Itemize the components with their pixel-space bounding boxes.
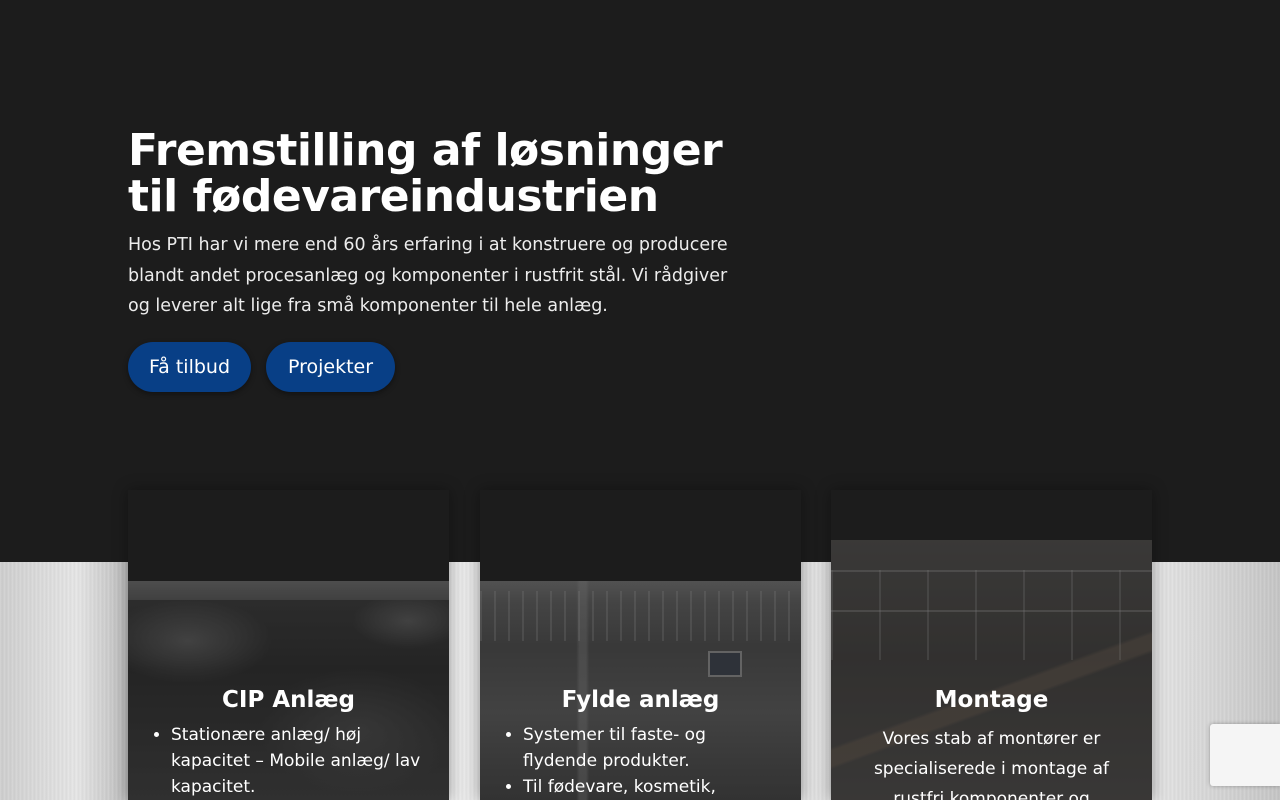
card-feature-list: Systemer til faste- og flydende produkte… [480,722,801,800]
page-title: Fremstilling af løsninger til fødevareind… [128,128,768,220]
recaptcha-badge[interactable] [1210,724,1280,786]
list-item: Stationære anlæg/ høj kapacitet – Mobile… [171,722,429,800]
projects-button[interactable]: Projekter [266,342,395,392]
page-title-line-2: til fødevareindustrien [128,171,659,222]
card-title: CIP Anlæg [222,687,355,713]
service-card-assembly[interactable]: Montage Vores stab af montører er specia… [831,490,1152,800]
list-item: Til fødevare, kosmetik, [523,774,781,800]
get-offer-button[interactable]: Få tilbud [128,342,251,392]
card-feature-list: Stationære anlæg/ høj kapacitet – Mobile… [128,722,449,800]
card-title: Fylde anlæg [561,687,720,713]
card-description: Vores stab af montører er specialiserede… [873,729,1110,800]
card-title: Montage [934,687,1049,713]
list-item: Systemer til faste- og flydende produkte… [523,722,781,774]
service-card-cip[interactable]: CIP Anlæg Stationære anlæg/ høj kapacite… [128,490,449,800]
service-card-filling[interactable]: Fylde anlæg Systemer til faste- og flyde… [480,490,801,800]
hero-description: Hos PTI har vi mere end 60 års erfaring … [128,235,728,316]
page-title-line-1: Fremstilling af løsninger [128,125,723,176]
